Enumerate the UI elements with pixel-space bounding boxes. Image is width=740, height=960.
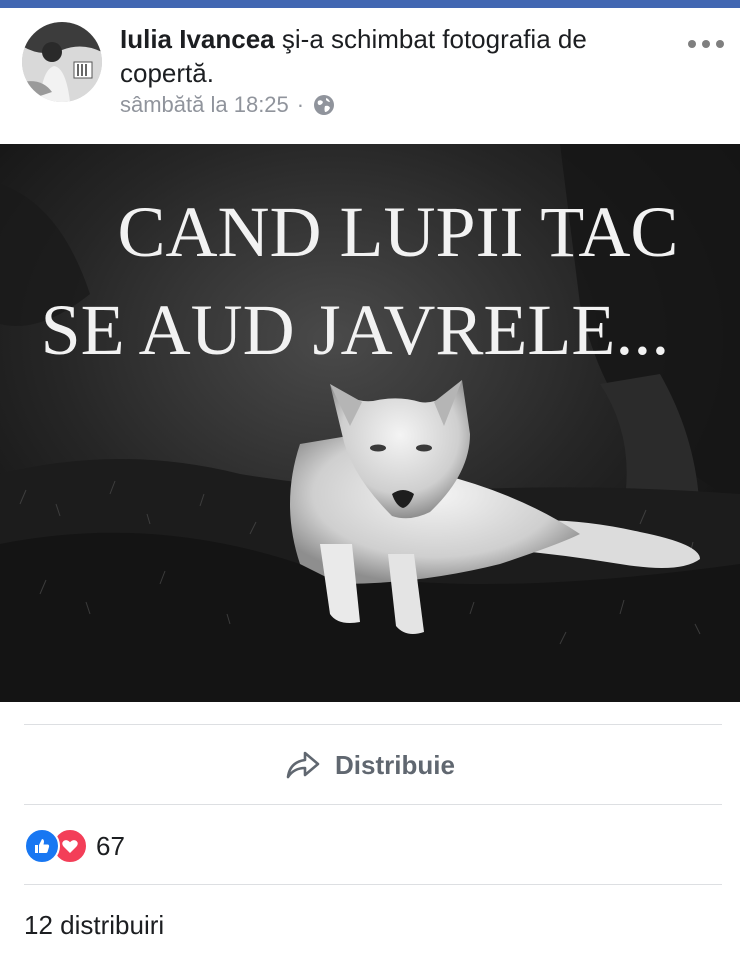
reaction-count: 67 [96,830,125,861]
shares-count[interactable]: 12 distribuiri [24,910,164,941]
meta-separator: · [296,92,305,117]
author-name[interactable]: Iulia Ivancea [120,24,275,54]
top-accent-bar [0,0,740,8]
cover-photo[interactable]: CAND LUPII TAC SE AUD JAVRELE... [0,144,740,702]
post-title: Iulia Ivancea şi-a schimbat fotografia d… [120,22,660,90]
cover-text-line2: SE AUD JAVRELE... [41,290,670,370]
post-meta: sâmbătă la 18:25 · [120,92,336,118]
globe-icon [312,93,336,117]
divider-bottom [24,884,722,885]
like-icon [24,828,60,864]
post-header: Iulia Ivancea şi-a schimbat fotografia d… [0,8,740,144]
cover-text-line1: CAND LUPII TAC [118,192,679,272]
share-label: Distribuie [335,749,455,780]
more-options-icon[interactable] [688,38,724,50]
avatar[interactable] [22,22,102,102]
divider-middle [24,804,722,805]
timestamp[interactable]: sâmbătă la 18:25 [120,92,289,118]
reactions-summary[interactable]: 67 [24,828,125,864]
divider-top [24,724,722,725]
share-arrow-icon [285,750,321,780]
share-button[interactable]: Distribuie [0,726,740,804]
